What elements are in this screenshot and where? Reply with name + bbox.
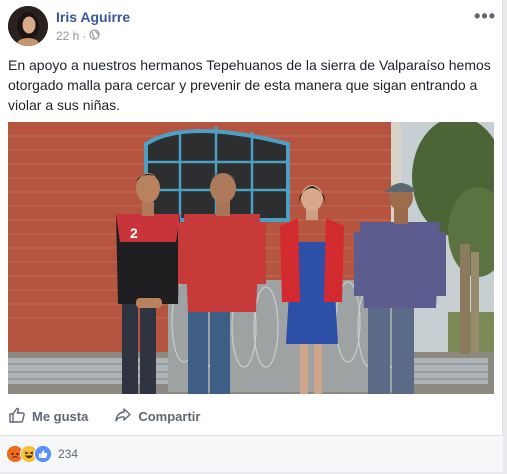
jersey-number: 2 xyxy=(130,225,138,241)
like-label: Me gusta xyxy=(32,408,89,424)
post-meta: 22 h · xyxy=(56,29,101,43)
more-options-icon[interactable]: ••• xyxy=(474,6,496,27)
post-time[interactable]: 22 h xyxy=(56,29,79,43)
globe-icon xyxy=(89,29,101,43)
meta-separator: · xyxy=(82,29,87,43)
post-text: En apoyo a nuestros hermanos Tepehuanos … xyxy=(8,57,491,113)
reactions-count: 234 xyxy=(58,447,79,461)
reactions-summary[interactable]: 234 xyxy=(6,445,78,463)
like-reaction-icon xyxy=(34,445,52,463)
share-label: Compartir xyxy=(138,408,201,424)
post-photo[interactable]: 2 xyxy=(8,122,494,394)
reactions-bar: 234 xyxy=(0,436,503,472)
author-name[interactable]: Iris Aguirre xyxy=(56,9,130,25)
thumbs-up-icon xyxy=(8,406,26,427)
share-arrow-icon xyxy=(114,406,132,427)
post-actions: Me gusta Compartir xyxy=(8,404,494,428)
like-button[interactable]: Me gusta xyxy=(8,406,88,427)
share-button[interactable]: Compartir xyxy=(114,406,200,427)
author-avatar[interactable] xyxy=(8,6,48,46)
post-card: Iris Aguirre 22 h · ••• En apoyo a nuest… xyxy=(0,0,503,472)
post-header: Iris Aguirre 22 h · ••• xyxy=(8,6,498,48)
